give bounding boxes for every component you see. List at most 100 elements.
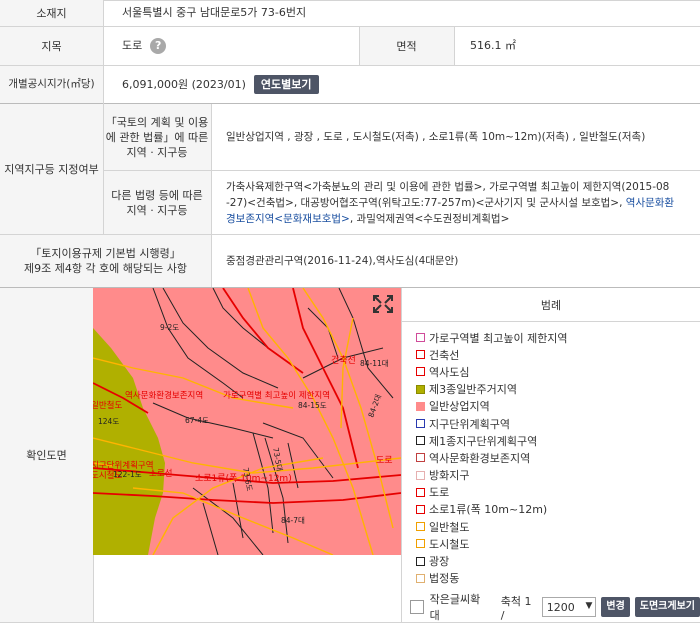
map-label: 84-11대 [360,359,389,368]
legend-swatch [416,453,425,463]
legend-label: 역사도심 [429,365,470,379]
legend-swatch [416,504,425,514]
legend-swatch [416,436,425,446]
regulation-value: 중점경관관리구역(2016-11-24),역사도심(4대문안) [226,255,459,267]
legend-title: 범례 [402,288,700,322]
heritage-area-link[interactable]: 역사문화환 [626,197,674,209]
change-scale-button[interactable]: 변경 [601,597,630,617]
large-text-label: 작은글씨확대 [429,593,481,622]
legend-label: 제3종일반주거지역 [429,383,517,397]
map-label: 도로 [376,456,393,466]
expand-icon[interactable] [371,293,395,315]
enlarge-map-button[interactable]: 도면크게보기 [634,597,700,617]
legend-list: 가로구역별 최고높이 제한지역 건축선역사도심제3종일반주거지역일반상업지역지구단… [416,329,568,587]
legend-swatch [416,470,425,480]
legend-swatch [416,333,425,343]
legend-label: 역사문화환경보존지역 [429,451,531,465]
national-law-label-line: 「국토의 계획 및 이용 [105,115,209,129]
legend-swatch [416,401,425,411]
map-label: 84-15도 [298,401,327,410]
address-label: 소재지 [0,0,103,26]
national-law-value: 일반상업지역 , 광장 , 도로 , 도시철도(저촉) , 소로1류(폭 10m… [226,131,646,143]
legend-label: 제1종지구단위계획구역 [429,434,538,448]
legend-swatch [416,419,425,429]
legend-item: 일반상업지역 [416,398,568,415]
heritage-law-link[interactable]: 경보존지역<문화재보호법> [226,213,350,225]
map-label: 역사문화환경보존지역 [125,390,203,401]
national-law-label-line: 에 관한 법률」에 따른 [105,130,209,144]
legend-swatch [416,556,425,566]
legend-label: 일반철도 [429,520,470,534]
legend-swatch [416,487,425,497]
national-law-label-line: 지역 · 지구등 [126,145,188,159]
col-divider [103,0,104,234]
legend-swatch [416,350,425,360]
price-label: 개별공시지가(㎡당) [0,66,103,103]
jimok-label: 지목 [0,27,103,65]
map-label: 건축선 [331,355,356,366]
other-law-text: , 과밀억제권역<수도권정비계획법> [349,212,510,225]
map-section-label: 확인도면 [0,288,93,622]
question-mark-icon[interactable]: ? [150,38,167,54]
other-law-label: 다른 법령 등에 따른 지역 · 지구등 [103,171,211,234]
regulation-label: 「토지이용규제 기본법 시행령」 제9조 제4항 각 호에 해당되는 사항 [0,235,211,287]
legend-swatch [416,539,425,549]
map-label: 122-1도 [113,470,142,479]
confirmation-map[interactable]: 9-2도 84-11대 건축선 84-15도 67-4도 124도 도로 소로1… [93,288,401,555]
legend-swatch [416,573,425,583]
legend-item: 도시철도 [416,535,568,552]
legend-swatch [416,367,425,377]
legend-label: 광장 [429,555,450,569]
scale-select[interactable]: 1200 ▼ [541,597,597,617]
map-label: 9-2도 [160,323,179,332]
legend-item: 건축선 [416,346,568,363]
legend-label: 방화지구 [429,469,470,483]
map-label: 가로구역별 최고높이 제한지역 [223,390,330,401]
other-law-label-line: 다른 법령 등에 따른 [111,188,203,202]
jimok-value: 도로 ? [122,27,167,65]
col-divider [454,27,455,65]
row-divider [0,0,700,1]
legend-label: 일반상업지역 [429,400,490,414]
row-divider [0,65,700,66]
address-value: 서울특별시 중구 남대문로5가 73-6번지 [122,6,307,19]
col-divider [401,288,402,622]
legend-item: 제3종일반주거지역 [416,381,568,398]
legend-item: 도로 [416,484,568,501]
legend-label: 법정동 [429,572,460,586]
legend-item: 일반철도 [416,518,568,535]
zoning-label: 지역지구등 지정여부 [0,104,103,234]
scale-value: 1200 [546,600,575,614]
legend-item: 가로구역별 최고높이 제한지역 [416,329,568,346]
legend-item: 방화지구 [416,467,568,484]
area-label: 면적 [359,27,454,65]
yearly-price-button[interactable]: 연도별보기 [253,75,319,94]
map-label: 84-7대 [281,516,305,525]
price-value: 6,091,000원 (2023/01) 연도별보기 [122,66,319,103]
map-controls: 작은글씨확대 축척 1 / 1200 ▼ 변경 도면크게보기 [402,592,700,622]
price-text: 6,091,000원 (2023/01) [122,77,246,91]
legend-label: 소로1류(폭 10m~12m) [429,503,548,517]
legend-item: 법정동 [416,570,568,587]
legend-swatch [416,384,425,394]
col-divider [359,27,360,65]
other-law-line: 가축사육제한구역<가축분뇨의 관리 및 이용에 관한 법률>, 가로구역별 최고… [226,180,670,193]
legend-item: 광장 [416,552,568,569]
other-law-value: 가축사육제한구역<가축분뇨의 관리 및 이용에 관한 법률>, 가로구역별 최고… [226,171,698,234]
other-law-text: -27)<건축법>, 대공방어협조구역(위탁고도:77-257m)<군사기지 및… [226,196,626,209]
scale-label: 축척 1 / [500,594,532,622]
legend-label: 지구단위계획구역 [429,417,510,431]
row-divider [0,26,700,27]
map-label: 일반철도 [93,400,122,411]
legend-item: 역사문화환경보존지역 [416,449,568,466]
regulation-label-line: 제9조 제4항 각 호에 해당되는 사항 [23,262,188,275]
regulation-label-line: 「토지이용규제 기본법 시행령」 [30,247,181,260]
col-divider [211,104,212,287]
national-law-label: 「국토의 계획 및 이용 에 관한 법률」에 따른 지역 · 지구등 [103,104,211,170]
chevron-down-icon: ▼ [585,601,593,611]
large-text-checkbox[interactable] [410,600,424,614]
legend-label: 도시철도 [429,537,470,551]
legend-item: 소로1류(폭 10m~12m) [416,501,568,518]
legend-label: 가로구역별 최고높이 제한지역 [429,331,568,345]
legend-label: 도로 [429,486,450,500]
